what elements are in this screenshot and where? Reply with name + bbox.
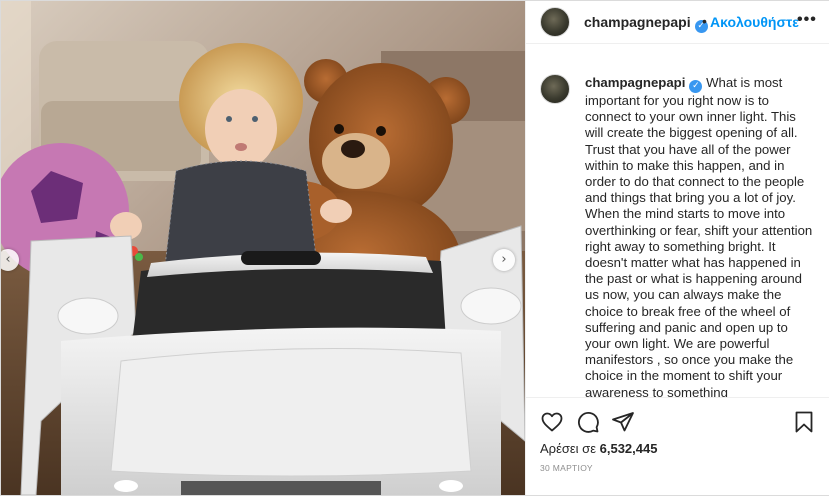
comment-icon[interactable] xyxy=(576,410,600,434)
chevron-left-icon: ‹ xyxy=(5,252,11,267)
photo-illustration xyxy=(1,1,525,495)
caption-text: What is most important for you right now… xyxy=(585,75,813,397)
caption-username-link[interactable]: champagnepapi xyxy=(585,75,685,90)
chevron-right-icon: › xyxy=(501,252,507,267)
post-photo[interactable]: ‹ › xyxy=(1,1,525,495)
verified-check-icon: ✓ xyxy=(689,80,703,93)
caption: champagnepapi ✓ What is most important fo… xyxy=(585,75,817,397)
more-options-icon[interactable]: ••• xyxy=(797,11,817,29)
share-icon[interactable] xyxy=(611,410,635,434)
likes-prefix: Αρέσει σε xyxy=(540,441,600,456)
instagram-post-dialog: ‹ › champagnepapi ✓ • Ακολουθήστε ••• cha… xyxy=(0,0,829,496)
username-link[interactable]: champagnepapi ✓ xyxy=(584,14,708,33)
post-side-panel: champagnepapi ✓ • Ακολουθήστε ••• champag… xyxy=(525,1,829,495)
post-date[interactable]: 30 ΜΑΡΤΙΟΥ xyxy=(540,463,593,473)
likes-count[interactable]: Αρέσει σε 6,532,445 xyxy=(540,441,657,456)
avatar[interactable] xyxy=(540,7,570,37)
carousel-next-button[interactable]: › xyxy=(493,249,515,271)
follow-button[interactable]: Ακολουθήστε xyxy=(710,14,799,30)
comments-section: champagnepapi ✓ What is most important fo… xyxy=(526,61,829,397)
likes-number[interactable]: 6,532,445 xyxy=(600,441,658,456)
username-text[interactable]: champagnepapi xyxy=(584,14,691,30)
bookmark-icon[interactable] xyxy=(792,410,816,434)
post-actions-section: Αρέσει σε 6,532,445 30 ΜΑΡΤΙΟΥ xyxy=(526,397,829,496)
header-separator: • xyxy=(702,13,707,29)
post-header: champagnepapi ✓ • Ακολουθήστε ••• xyxy=(526,1,829,44)
caption-avatar[interactable] xyxy=(540,74,570,104)
heart-icon[interactable] xyxy=(540,410,564,434)
